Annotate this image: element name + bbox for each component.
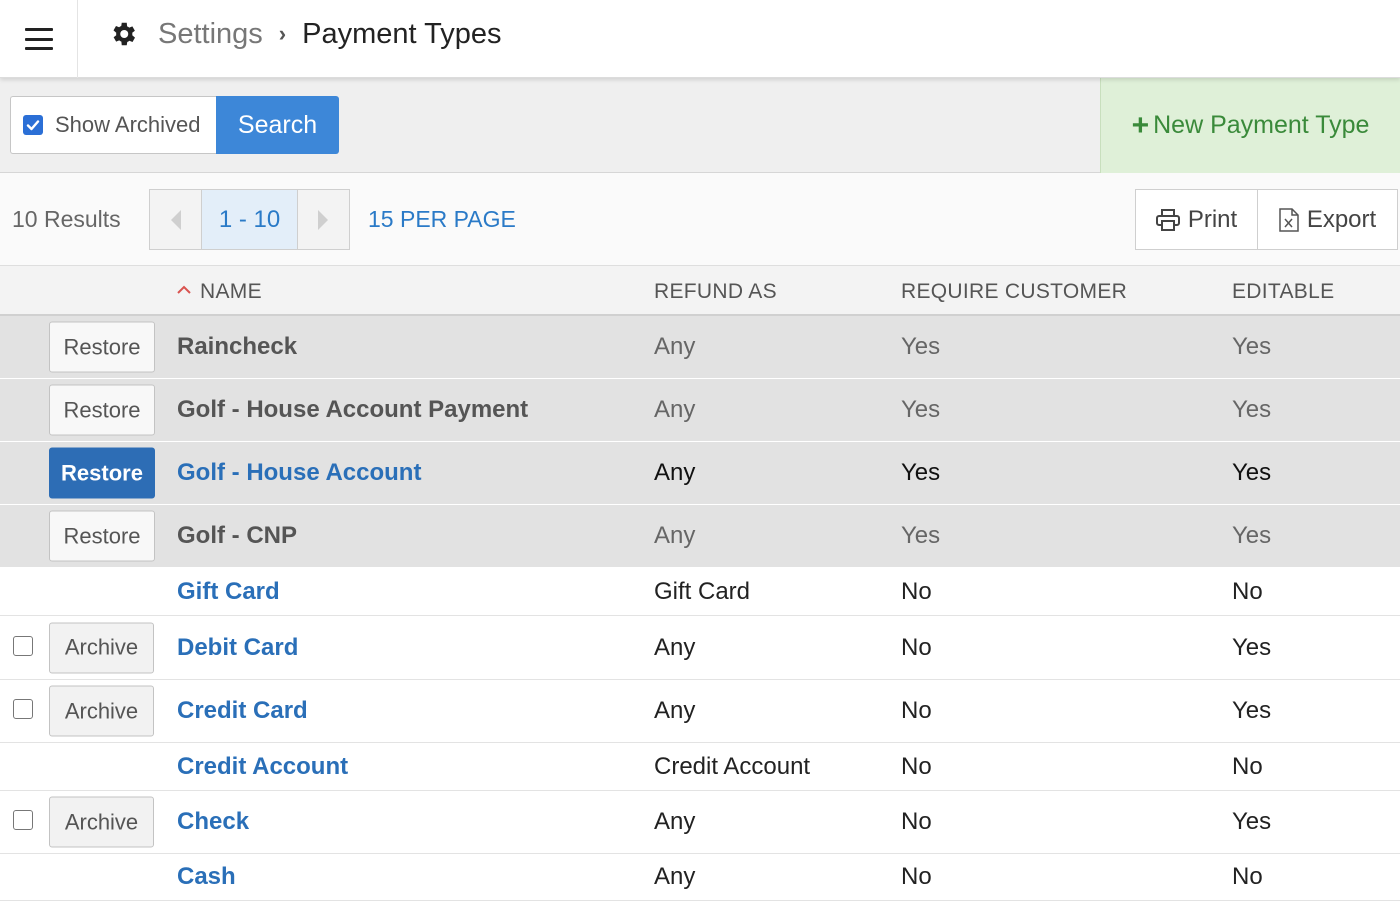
chevron-left-icon [170,209,181,230]
row-select-checkbox[interactable] [13,699,33,719]
table-row[interactable]: Credit Account Credit Account No No [0,743,1400,791]
row-name-link[interactable]: Gift Card [177,578,280,606]
sort-ascending-icon[interactable] [177,285,191,295]
current-page-range[interactable]: 1 - 10 [201,190,298,249]
row-name: Golf - CNP [177,522,297,549]
table-row[interactable]: Restore Raincheck Any Yes Yes [0,316,1400,379]
row-select-checkbox[interactable] [13,810,33,830]
search-button[interactable]: Search [216,96,339,154]
row-refund-as: Any [654,633,696,661]
page-title: Payment Types [302,17,502,50]
row-require-customer: Yes [901,522,941,549]
row-require-customer: Yes [901,459,941,486]
archive-button[interactable]: Archive [49,685,154,737]
chevron-right-icon [318,209,329,230]
restore-button[interactable]: Restore [49,384,155,436]
pagination-control: 1 - 10 [149,189,350,250]
per-page-selector[interactable]: 15 PER PAGE [368,206,516,233]
show-archived-label: Show Archived [55,112,201,137]
printer-icon [1155,208,1180,231]
table-row[interactable]: Restore Golf - CNP Any Yes Yes [0,505,1400,568]
row-editable: No [1232,752,1263,780]
row-name-link[interactable]: Check [177,808,249,836]
archive-button[interactable]: Archive [49,622,154,673]
table-row[interactable]: Archive Credit Card Any No Yes [0,680,1400,743]
row-name-link[interactable]: Golf - House Account [177,459,421,487]
restore-button[interactable]: Restore [49,321,155,373]
row-name-link[interactable]: Cash [177,863,236,891]
row-editable: Yes [1232,633,1272,661]
next-page-button[interactable] [298,190,349,249]
row-refund-as: Any [654,396,696,423]
row-require-customer: Yes [901,396,941,423]
row-require-customer: No [901,863,932,890]
row-name: Raincheck [177,333,298,360]
row-name-link[interactable]: Credit Account [177,753,348,781]
row-require-customer: No [901,752,932,780]
table-row[interactable]: Archive Check Any No Yes [0,791,1400,854]
row-editable: Yes [1232,459,1272,486]
breadcrumb-settings-link[interactable]: Settings [158,18,263,51]
print-label: Print [1187,205,1238,233]
row-editable: Yes [1232,396,1272,423]
row-editable: Yes [1232,808,1272,835]
row-name: Golf - House Account Payment [177,396,529,423]
row-refund-as: Any [654,333,696,360]
row-require-customer: No [901,697,932,724]
breadcrumb: Settings › Payment Types [108,0,501,68]
row-name-link[interactable]: Debit Card [177,634,298,662]
show-archived-checkbox[interactable] [23,115,43,135]
row-refund-as: Any [654,863,696,890]
row-require-customer: Yes [901,333,941,360]
table-row[interactable]: Restore Golf - House Account Any Yes Yes [0,442,1400,505]
row-refund-as: Gift Card [654,577,751,605]
hamburger-icon [24,28,53,50]
row-select-checkbox[interactable] [13,635,33,656]
top-bar: Settings › Payment Types [0,0,1400,78]
table-row[interactable]: Gift Card Gift Card No No [0,568,1400,616]
row-editable: No [1232,863,1263,890]
row-refund-as: Any [654,522,696,549]
print-export-group: Print Export [1135,189,1398,250]
new-payment-type-button[interactable]: + New Payment Type [1100,78,1400,173]
row-refund-as: Any [654,808,696,835]
filter-toolbar: Show Archived Search + New Payment Type [0,78,1400,173]
print-button[interactable]: Print [1136,190,1258,249]
previous-page-button[interactable] [150,190,201,249]
row-refund-as: Any [654,697,696,724]
row-require-customer: No [901,577,932,605]
excel-file-icon [1279,207,1299,232]
table-row[interactable]: Archive Debit Card Any No Yes [0,616,1400,680]
column-header-editable[interactable]: EDITABLE [1232,280,1334,304]
row-name-link[interactable]: Credit Card [177,697,308,725]
restore-button[interactable]: Restore [49,510,155,562]
checkmark-icon [26,120,40,131]
results-count: 10 Results [12,206,121,232]
row-editable: Yes [1232,522,1272,549]
export-button[interactable]: Export [1258,190,1397,249]
gear-icon [113,22,135,46]
archive-button[interactable]: Archive [49,796,154,848]
hamburger-menu-button[interactable] [0,0,78,78]
row-editable: No [1232,577,1263,605]
row-refund-as: Credit Account [654,752,811,780]
pagination-bar: 10 Results 1 - 10 15 PER PAGE Print Expo… [0,173,1400,266]
row-require-customer: No [901,808,932,835]
plus-icon: + [1131,108,1150,142]
new-payment-type-label: New Payment Type [1153,111,1370,139]
table-row[interactable]: Cash Any No No [0,854,1400,901]
column-header-name[interactable]: NAME [200,280,262,304]
column-header-refund-as[interactable]: REFUND AS [654,280,777,304]
column-header-require-customer[interactable]: REQUIRE CUSTOMER [901,280,1127,304]
breadcrumb-separator: › [278,21,287,46]
row-editable: Yes [1232,333,1272,360]
restore-button[interactable]: Restore [49,447,155,499]
row-editable: Yes [1232,697,1272,724]
table-row[interactable]: Restore Golf - House Account Payment Any… [0,379,1400,442]
table-header: NAME REFUND AS REQUIRE CUSTOMER EDITABLE [0,266,1400,316]
row-require-customer: No [901,633,932,661]
show-archived-toggle[interactable]: Show Archived [10,96,218,154]
row-refund-as: Any [654,459,696,486]
export-label: Export [1306,205,1377,233]
